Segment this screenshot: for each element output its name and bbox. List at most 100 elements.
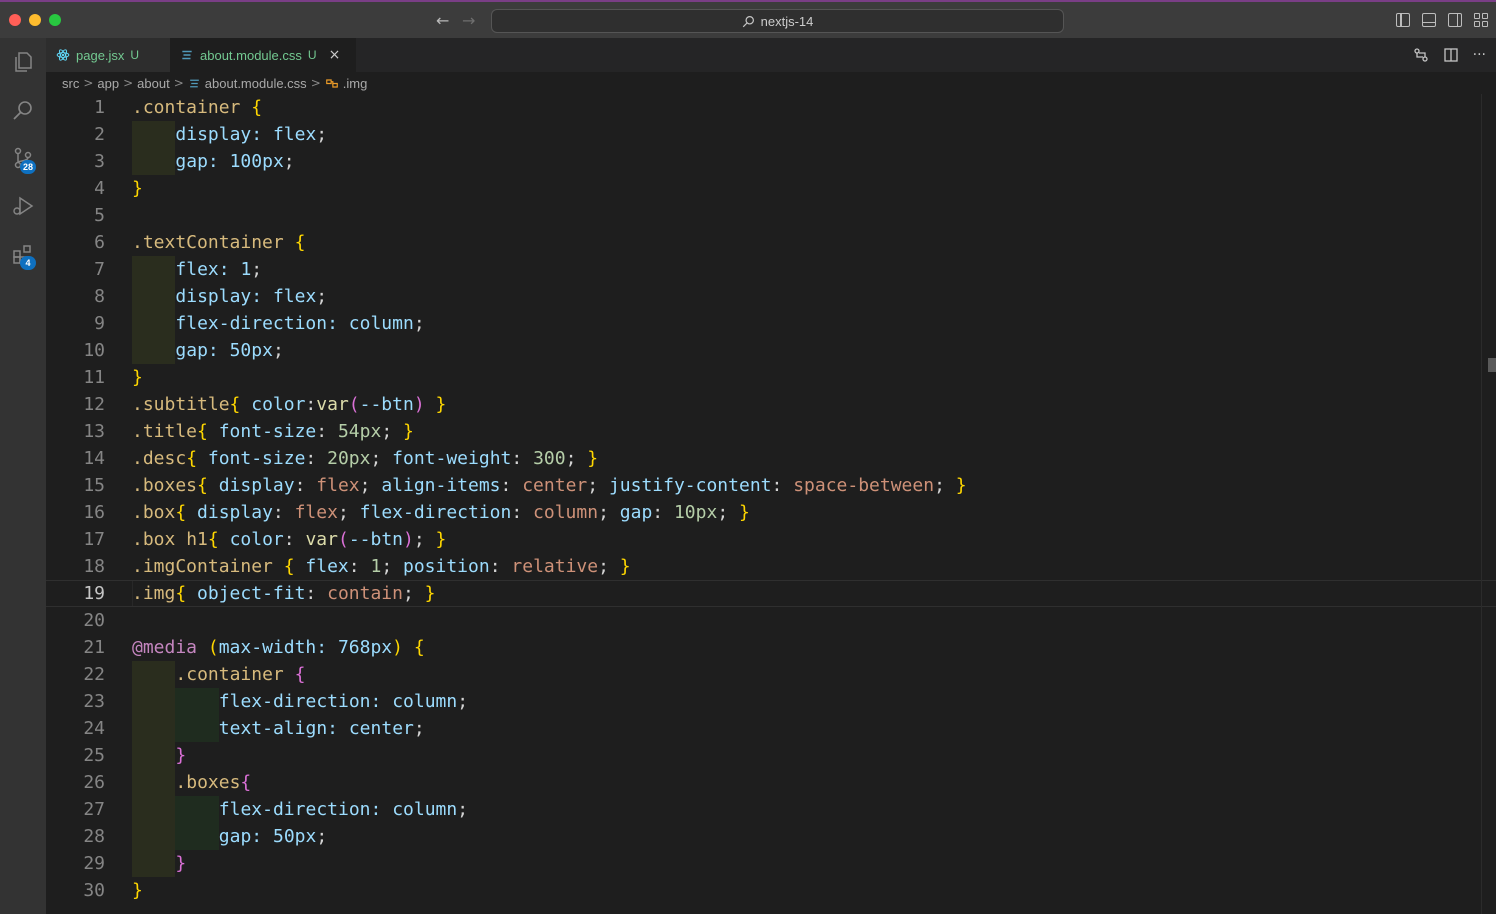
extensions-badge: 4: [20, 256, 36, 270]
zoom-window-button[interactable]: [49, 14, 61, 26]
line-number: 27: [83, 799, 105, 820]
code-line[interactable]: flex: 1;: [132, 256, 1482, 283]
code-line[interactable]: .img{ object-fit: contain; }: [46, 580, 1496, 607]
command-center-search[interactable]: nextjs-14: [491, 9, 1064, 33]
code-line[interactable]: .desc{ font-size: 20px; font-weight: 300…: [132, 445, 1482, 472]
line-number: 6: [94, 232, 105, 253]
chevron-right-icon: >: [310, 76, 321, 90]
code-line[interactable]: .boxes{: [132, 769, 1482, 796]
line-number: 14: [83, 448, 105, 469]
line-number: 29: [83, 853, 105, 874]
scrollbar-thumb[interactable]: [1488, 358, 1496, 372]
line-number: 22: [83, 664, 105, 685]
breadcrumb-item-about[interactable]: about: [137, 76, 170, 91]
code-line[interactable]: .textContainer {: [132, 229, 1482, 256]
extensions-button[interactable]: 4: [0, 230, 46, 278]
toggle-panel-icon[interactable]: [1422, 13, 1436, 27]
chevron-right-icon: >: [123, 76, 134, 90]
activity-bar: 28 4: [0, 38, 46, 914]
line-number: 28: [83, 826, 105, 847]
chevron-right-icon: >: [83, 76, 94, 90]
code-line[interactable]: .box{ display: flex; flex-direction: col…: [132, 499, 1482, 526]
line-number: 5: [94, 205, 105, 226]
code-line[interactable]: gap: 100px;: [132, 148, 1482, 175]
breadcrumb-item-file[interactable]: about.module.css: [205, 76, 307, 91]
toggle-secondary-sidebar-icon[interactable]: [1448, 13, 1462, 27]
open-changes-icon[interactable]: [1413, 47, 1429, 63]
code-line[interactable]: }: [132, 877, 1482, 904]
code-line[interactable]: display: flex;: [132, 283, 1482, 310]
code-line[interactable]: flex-direction: column;: [132, 688, 1482, 715]
close-window-button[interactable]: [9, 14, 21, 26]
minimize-window-button[interactable]: [29, 14, 41, 26]
customize-layout-icon[interactable]: [1474, 13, 1488, 27]
source-control-badge: 28: [20, 160, 37, 174]
breadcrumb-item-app[interactable]: app: [97, 76, 119, 91]
code-line[interactable]: .boxes{ display: flex; align-items: cent…: [132, 472, 1482, 499]
code-line[interactable]: }: [132, 175, 1482, 202]
code-line[interactable]: flex-direction: column;: [132, 796, 1482, 823]
line-number: 30: [83, 880, 105, 901]
line-number: 24: [83, 718, 105, 739]
css-file-icon: [189, 79, 199, 87]
line-number: 25: [83, 745, 105, 766]
code-line[interactable]: gap: 50px;: [132, 337, 1482, 364]
code-line[interactable]: @media (max-width: 768px) {: [132, 634, 1482, 661]
code-line[interactable]: .container {: [132, 94, 1482, 121]
close-tab-icon[interactable]: ×: [329, 47, 341, 63]
code-line[interactable]: .container {: [132, 661, 1482, 688]
breadcrumb-item-src[interactable]: src: [62, 76, 79, 91]
code-line[interactable]: .subtitle{ color:var(--btn) }: [132, 391, 1482, 418]
toggle-primary-sidebar-icon[interactable]: [1396, 13, 1410, 27]
back-arrow-icon[interactable]: ←: [436, 11, 449, 30]
code-line[interactable]: flex-direction: column;: [132, 310, 1482, 337]
tab-page-jsx[interactable]: page.jsx U: [46, 38, 170, 72]
search-icon: [13, 101, 32, 120]
tab-about-module-css[interactable]: about.module.css U ×: [170, 38, 356, 72]
line-number: 1: [94, 97, 105, 118]
code-line[interactable]: }: [132, 742, 1482, 769]
line-number: 16: [83, 502, 105, 523]
code-line[interactable]: [132, 607, 1482, 634]
line-number: 18: [83, 556, 105, 577]
code-line[interactable]: .box h1{ color: var(--btn); }: [132, 526, 1482, 553]
editor-tab-bar: page.jsx U about.module.css U × ···: [46, 38, 1496, 72]
code-line[interactable]: .title{ font-size: 54px; }: [132, 418, 1482, 445]
explorer-button[interactable]: [0, 38, 46, 86]
line-number: 3: [94, 151, 105, 172]
code-editor[interactable]: 1 2 3 4 5 6 7 8 9 10 11 12 13 14 15 16 17 18 19 20 21 22 23 24 2…: [46, 94, 1496, 914]
untracked-status: U: [130, 48, 140, 62]
code-line[interactable]: text-align: center;: [132, 715, 1482, 742]
code-line[interactable]: display: flex;: [132, 121, 1482, 148]
code-line[interactable]: .imgContainer { flex: 1; position: relat…: [132, 553, 1482, 580]
line-number: 23: [83, 691, 105, 712]
forward-arrow-icon[interactable]: →: [462, 11, 475, 30]
run-debug-button[interactable]: [0, 182, 46, 230]
layout-controls: [1396, 13, 1488, 27]
react-icon: [56, 49, 70, 61]
line-number: 13: [83, 421, 105, 442]
code-line[interactable]: [132, 202, 1482, 229]
source-control-button[interactable]: 28: [0, 134, 46, 182]
line-number: 10: [83, 340, 105, 361]
editor-actions: ···: [1413, 47, 1486, 63]
code-area[interactable]: .container {display: flex; gap: 100px;} .t…: [46, 94, 1496, 904]
code-line[interactable]: }: [132, 364, 1482, 391]
line-number: 12: [83, 394, 105, 415]
code-line[interactable]: }: [132, 850, 1482, 877]
line-number-gutter: 1 2 3 4 5 6 7 8 9 10 11 12 13 14 15 16 17 18 19 20 21 22 23 24 2…: [46, 94, 116, 904]
tab-label: page.jsx: [76, 47, 125, 63]
breadcrumb-item-symbol[interactable]: .img: [343, 76, 368, 91]
css-file-icon: [182, 50, 192, 60]
line-number: 19: [83, 583, 105, 604]
title-bar: ← → nextjs-14: [0, 0, 1496, 38]
line-number: 8: [94, 286, 105, 307]
code-line[interactable]: gap: 50px;: [132, 823, 1482, 850]
untracked-status: U: [307, 48, 317, 62]
line-number: 11: [83, 367, 105, 388]
search-view-button[interactable]: [0, 86, 46, 134]
split-editor-icon[interactable]: [1443, 47, 1459, 63]
overview-ruler: [1481, 94, 1482, 914]
chevron-right-icon: >: [173, 76, 184, 90]
more-actions-icon[interactable]: ···: [1473, 47, 1486, 63]
